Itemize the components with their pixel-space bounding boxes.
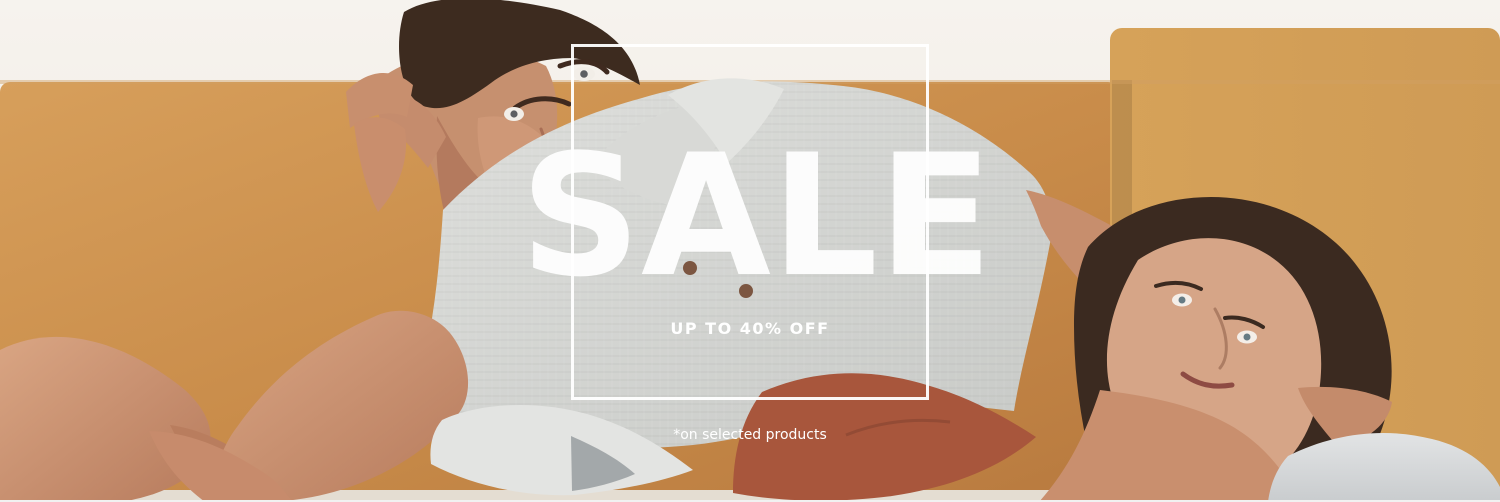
sale-banner[interactable]: SALE UP TO 40% OFF *on selected products xyxy=(0,0,1500,502)
sale-headline: SALE xyxy=(520,118,993,314)
discount-text: UP TO 40% OFF xyxy=(670,319,830,338)
products-footnote: *on selected products xyxy=(673,427,827,443)
